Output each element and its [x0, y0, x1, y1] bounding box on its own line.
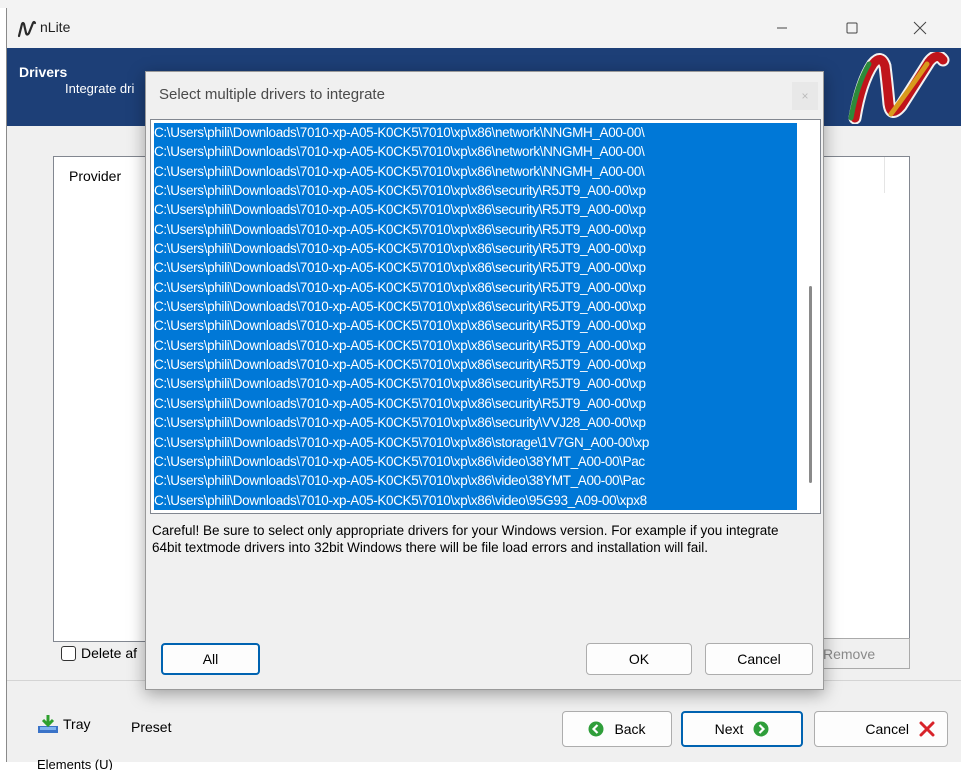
driver-list-item[interactable]: C:\Users\phili\Downloads\7010-xp-A05-K0C… [154, 220, 797, 239]
provider-column-header[interactable]: Provider [69, 168, 121, 184]
back-button[interactable]: Back [562, 711, 672, 747]
nlite-banner-logo-icon [843, 52, 955, 124]
window-title: nLite [40, 19, 70, 35]
driver-list-item[interactable]: C:\Users\phili\Downloads\7010-xp-A05-K0C… [154, 297, 797, 316]
cancel-button[interactable]: Cancel [814, 711, 948, 747]
drivers-list: C:\Users\phili\Downloads\7010-xp-A05-K0C… [154, 123, 797, 510]
delete-after-checkbox[interactable] [61, 646, 76, 661]
driver-list-item[interactable]: C:\Users\phili\Downloads\7010-xp-A05-K0C… [154, 258, 797, 277]
cancel-label: Cancel [865, 721, 909, 737]
driver-list-item[interactable]: C:\Users\phili\Downloads\7010-xp-A05-K0C… [154, 452, 797, 471]
driver-list-item[interactable]: C:\Users\phili\Downloads\7010-xp-A05-K0C… [154, 374, 797, 393]
background-window-strip [0, 0, 961, 8]
driver-list-item[interactable]: C:\Users\phili\Downloads\7010-xp-A05-K0C… [154, 471, 797, 490]
select-all-button[interactable]: All [161, 643, 260, 675]
close-button[interactable] [897, 8, 943, 48]
background-elements-text: Elements (U) [37, 757, 113, 770]
driver-list-item[interactable]: C:\Users\phili\Downloads\7010-xp-A05-K0C… [154, 181, 797, 200]
scrollbar-thumb[interactable] [809, 286, 812, 483]
dialog-close-button[interactable]: × [792, 82, 818, 110]
close-icon [913, 21, 927, 35]
page-title: Drivers [19, 64, 67, 80]
driver-list-item[interactable]: C:\Users\phili\Downloads\7010-xp-A05-K0C… [154, 394, 797, 413]
tray-button[interactable]: Tray [37, 714, 90, 734]
driver-list-item[interactable]: C:\Users\phili\Downloads\7010-xp-A05-K0C… [154, 278, 797, 297]
next-arrow-icon [753, 721, 769, 737]
driver-list-item[interactable]: C:\Users\phili\Downloads\7010-xp-A05-K0C… [154, 200, 797, 219]
dialog-title: Select multiple drivers to integrate [159, 86, 385, 103]
delete-after-label: Delete af [81, 645, 137, 661]
remove-button[interactable]: Remove [814, 638, 910, 669]
warning-text: Careful! Be sure to select only appropri… [152, 522, 792, 556]
driver-list-item[interactable]: C:\Users\phili\Downloads\7010-xp-A05-K0C… [154, 355, 797, 374]
column-divider [884, 157, 885, 193]
close-icon: × [801, 89, 808, 103]
title-bar: nLite [7, 8, 961, 48]
next-label: Next [715, 721, 744, 737]
driver-list-item[interactable]: C:\Users\phili\Downloads\7010-xp-A05-K0C… [154, 316, 797, 335]
maximize-button[interactable] [829, 8, 875, 48]
drivers-listbox[interactable]: C:\Users\phili\Downloads\7010-xp-A05-K0C… [150, 119, 821, 514]
dialog-cancel-button[interactable]: Cancel [705, 643, 813, 675]
minimize-button[interactable] [759, 8, 805, 48]
nlite-logo-icon [17, 20, 37, 38]
driver-list-item[interactable]: C:\Users\phili\Downloads\7010-xp-A05-K0C… [154, 142, 797, 161]
back-arrow-icon [588, 721, 604, 737]
cancel-x-icon [919, 721, 935, 737]
driver-list-item[interactable]: C:\Users\phili\Downloads\7010-xp-A05-K0C… [154, 413, 797, 432]
driver-list-item[interactable]: C:\Users\phili\Downloads\7010-xp-A05-K0C… [154, 336, 797, 355]
driver-list-item[interactable]: C:\Users\phili\Downloads\7010-xp-A05-K0C… [154, 239, 797, 258]
driver-list-item[interactable]: C:\Users\phili\Downloads\7010-xp-A05-K0C… [154, 491, 797, 510]
select-drivers-dialog: Select multiple drivers to integrate × C… [145, 71, 824, 690]
next-button[interactable]: Next [681, 711, 803, 747]
driver-list-item[interactable]: C:\Users\phili\Downloads\7010-xp-A05-K0C… [154, 162, 797, 181]
nlite-window: nLite Drivers Integrate dri Provider Del… [6, 8, 961, 762]
driver-list-item[interactable]: C:\Users\phili\Downloads\7010-xp-A05-K0C… [154, 123, 797, 142]
maximize-icon [846, 22, 858, 34]
driver-list-item[interactable]: C:\Users\phili\Downloads\7010-xp-A05-K0C… [154, 433, 797, 452]
minimize-icon [776, 22, 788, 34]
ok-button[interactable]: OK [586, 643, 692, 675]
tray-download-icon [37, 714, 59, 734]
delete-after-option[interactable]: Delete af [61, 645, 137, 661]
tray-label: Tray [63, 716, 90, 732]
list-scrollbar[interactable] [802, 120, 820, 513]
back-label: Back [614, 721, 645, 737]
preset-button[interactable]: Preset [131, 719, 171, 735]
page-subtitle: Integrate dri [65, 81, 134, 96]
